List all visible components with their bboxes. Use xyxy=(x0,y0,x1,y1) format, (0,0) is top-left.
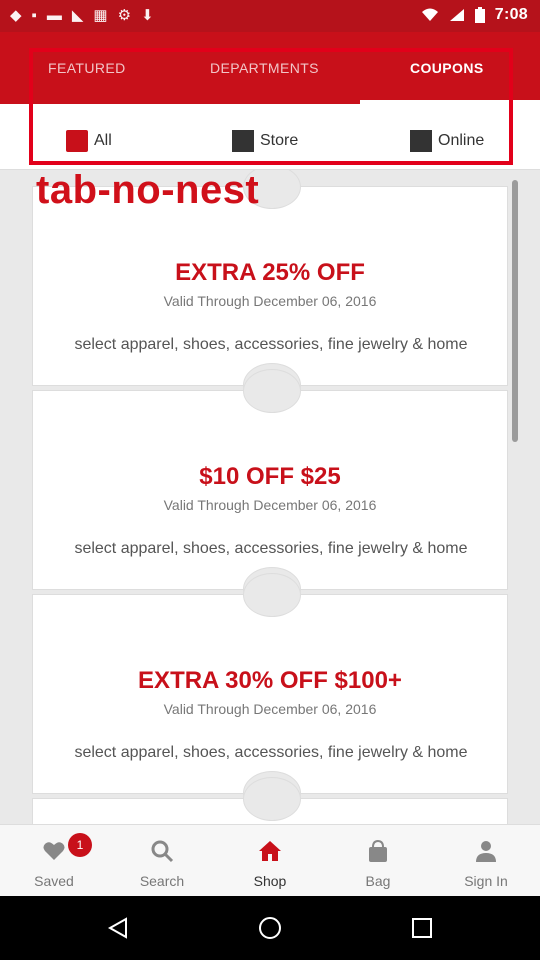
bottom-navigation: 1 Saved Search Shop Bag Sign In xyxy=(0,824,540,896)
coupon-card[interactable]: $10 OFF $25 Valid Through December 06, 2… xyxy=(32,369,508,611)
coupon-notch-top xyxy=(243,777,301,821)
annotation-label: tab-no-nest xyxy=(36,168,260,212)
grid-icon: ▦ xyxy=(93,7,108,24)
tab-departments[interactable]: DEPARTMENTS xyxy=(210,60,319,76)
filter-store-label: Store xyxy=(260,132,299,149)
coupon-card[interactable]: EXTRA 30% OFF $100+ Valid Through Decemb… xyxy=(32,573,508,815)
online-icon xyxy=(410,130,432,152)
search-icon xyxy=(151,840,174,863)
shirt-icon: ▪ xyxy=(31,7,37,24)
nav-bag-label: Bag xyxy=(365,873,391,889)
recent-apps-icon[interactable] xyxy=(410,916,434,940)
status-bar: ◆ ▪ ▬ ◣ ▦ ⚙ ⬇ 7:08 xyxy=(0,0,540,32)
signal-icon xyxy=(449,9,464,21)
nav-sign-in-label: Sign In xyxy=(464,873,508,889)
person-icon xyxy=(476,841,496,862)
coupon-description: select apparel, shoes, accessories, fine… xyxy=(74,336,468,353)
home-button-icon[interactable] xyxy=(258,916,282,940)
coupon-list[interactable]: EXTRA 25% OFF Valid Through December 06,… xyxy=(0,170,540,824)
saved-badge: 1 xyxy=(68,833,92,857)
tag-icon: ◣ xyxy=(71,7,84,24)
nav-sign-in[interactable]: Sign In xyxy=(432,825,540,897)
nav-search-label: Search xyxy=(139,873,185,889)
filter-all[interactable]: All xyxy=(66,130,112,152)
battery-icon xyxy=(474,7,485,23)
all-icon xyxy=(66,130,88,152)
wifi-icon xyxy=(421,8,438,21)
nav-saved-label: Saved xyxy=(34,873,74,889)
nav-saved[interactable]: 1 Saved xyxy=(0,825,108,897)
filter-online[interactable]: Online xyxy=(410,130,484,152)
coupon-title: $10 OFF $25 xyxy=(199,463,341,490)
coupon-title: EXTRA 30% OFF $100+ xyxy=(138,667,402,694)
system-navigation-bar xyxy=(0,896,540,960)
coupon-description: select apparel, shoes, accessories, fine… xyxy=(74,744,468,761)
nav-bag[interactable]: Bag xyxy=(324,825,432,897)
filter-store[interactable]: Store xyxy=(232,130,298,152)
filter-all-label: All xyxy=(94,132,112,149)
heart-icon xyxy=(43,842,65,860)
tab-featured[interactable]: FEATURED xyxy=(48,60,126,76)
coupon-notch-top xyxy=(243,573,301,617)
scrollbar[interactable] xyxy=(512,180,518,442)
coupon-valid-date: Valid Through December 06, 2016 xyxy=(163,293,377,309)
top-tab-bar: FEATURED DEPARTMENTS COUPONS xyxy=(0,32,540,104)
settings-icon: ⚙ xyxy=(117,7,132,24)
coupon-filter-bar: All Store Online xyxy=(0,104,540,170)
home-icon xyxy=(259,841,281,861)
store-icon xyxy=(232,130,254,152)
tab-coupons[interactable]: COUPONS xyxy=(410,60,484,76)
coupon-description: select apparel, shoes, accessories, fine… xyxy=(74,540,468,557)
status-icons-right: 7:08 xyxy=(421,6,528,24)
coupon-notch-top xyxy=(243,369,301,413)
car-icon: ▬ xyxy=(46,7,62,24)
notification-icon: ◆ xyxy=(10,7,22,24)
status-time: 7:08 xyxy=(494,6,528,23)
bag-icon xyxy=(369,839,387,862)
filter-online-label: Online xyxy=(438,132,485,149)
coupon-card-partial[interactable] xyxy=(32,777,508,824)
nav-shop-label: Shop xyxy=(253,873,287,889)
status-icons-left: ◆ ▪ ▬ ◣ ▦ ⚙ ⬇ xyxy=(10,7,154,25)
coupon-card[interactable]: EXTRA 25% OFF Valid Through December 06,… xyxy=(32,170,508,407)
coupon-title: EXTRA 25% OFF xyxy=(175,259,365,286)
nav-search[interactable]: Search xyxy=(108,825,216,897)
download-icon: ⬇ xyxy=(141,7,154,24)
coupon-valid-date: Valid Through December 06, 2016 xyxy=(163,701,377,717)
back-icon[interactable] xyxy=(106,916,130,940)
nav-shop[interactable]: Shop xyxy=(216,825,324,897)
coupon-valid-date: Valid Through December 06, 2016 xyxy=(163,497,377,513)
